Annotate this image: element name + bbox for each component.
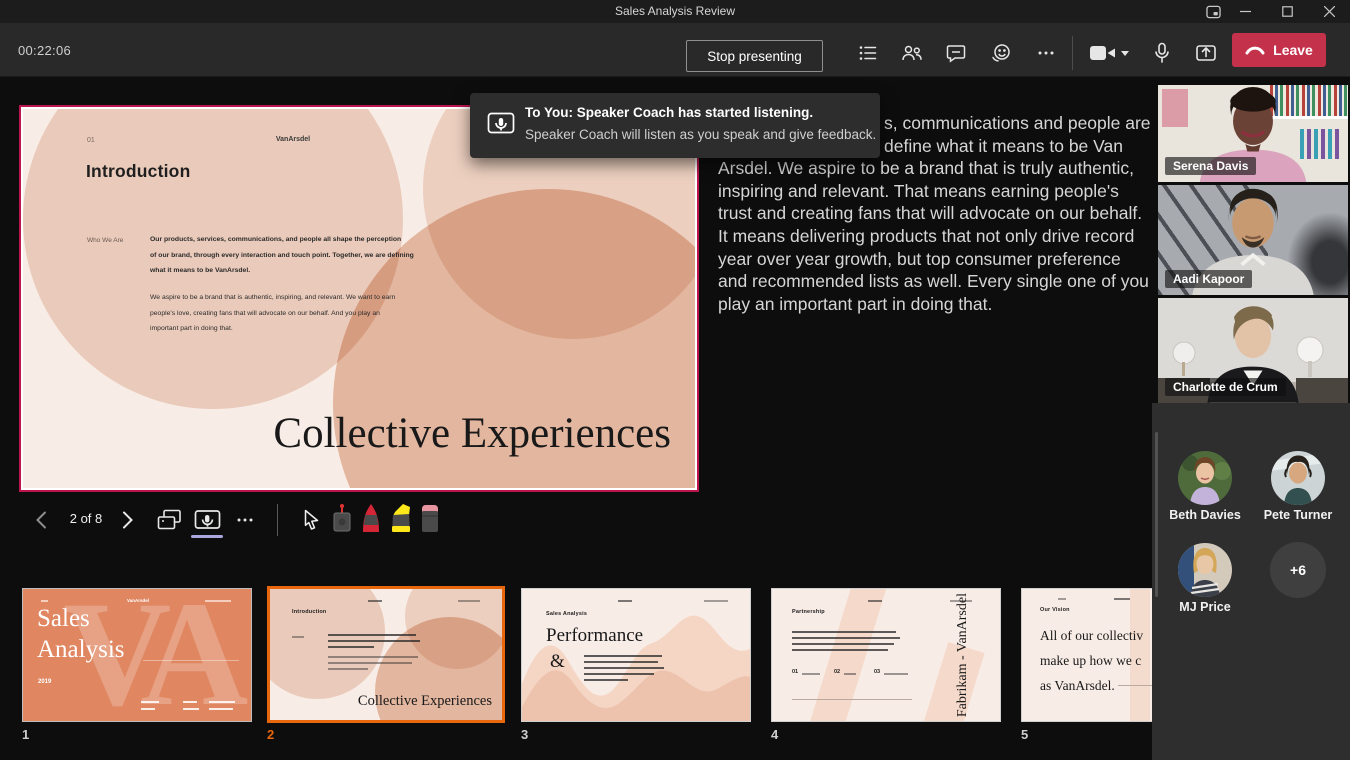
slide-brand-logo: VanArsdel <box>238 136 348 143</box>
notes-line: play an important part in doing that. <box>718 293 1142 316</box>
coach-active-indicator <box>191 535 223 538</box>
share-screen-icon[interactable] <box>1192 39 1220 67</box>
participant-name-label: Charlotte de Crum <box>1165 378 1286 396</box>
laser-pointer-tool-icon[interactable] <box>328 502 356 536</box>
camera-dropdown-caret[interactable] <box>1121 51 1129 56</box>
thumb4-vertical-text: Fabrikam - VanArsdel <box>922 589 1001 721</box>
notes-line: It means delivering products that not on… <box>718 225 1142 248</box>
thumbnail-2-number: 2 <box>267 727 274 742</box>
nav-more-icon[interactable] <box>232 508 258 532</box>
thumb4-heading: Partnership <box>792 609 825 615</box>
window-title: Sales Analysis Review <box>0 4 1350 18</box>
thumbnail-slide-1[interactable]: VA VanArsdel SalesAnalysis 2019 <box>22 588 252 722</box>
thumb1-rule <box>143 660 239 661</box>
participant-name-label: Serena Davis <box>1165 157 1256 175</box>
thumb4-rule <box>792 699 912 700</box>
thumb3-ampersand: & <box>550 651 565 673</box>
close-icon[interactable] <box>1312 0 1346 23</box>
slide-side-label: Who We Are <box>87 237 123 244</box>
toast-title: To You: Speaker Coach has started listen… <box>525 105 813 120</box>
slide-heading: Introduction <box>86 161 190 182</box>
speaker-coach-toggle-icon[interactable] <box>191 507 223 533</box>
thumb5-heading: Our Vision <box>1040 607 1070 613</box>
previous-slide-icon[interactable] <box>30 508 52 532</box>
participant-name-label: Aadi Kapoor <box>1165 270 1252 288</box>
thumbnail-4-number: 4 <box>771 727 778 742</box>
video-tile-aadi[interactable]: Aadi Kapoor <box>1158 185 1348 295</box>
maximize-button[interactable] <box>1270 0 1304 23</box>
phone-down-icon <box>1245 45 1265 55</box>
video-tile-serena[interactable]: Serena Davis <box>1158 85 1348 182</box>
slide-paragraph-2: We aspire to be a brand that is authenti… <box>150 290 395 337</box>
toast-subtitle: Speaker Coach will listen as you speak a… <box>525 127 876 142</box>
thumbnail-slide-4[interactable]: Partnership 01 02 03 Fabrikam - VanArsde… <box>771 588 1001 722</box>
thumb1-title: SalesAnalysis <box>37 603 125 665</box>
agenda-list-icon[interactable] <box>854 39 882 67</box>
microphone-icon[interactable] <box>1148 39 1176 67</box>
leave-button[interactable]: Leave <box>1232 33 1326 67</box>
thumbnail-slide-2-selected[interactable]: Introduction Collective Experiences <box>267 586 505 723</box>
notes-line: inspiring and relevant. That means earni… <box>718 180 1142 203</box>
presented-slide[interactable]: 01 VanArsdel Introduction Who We Are Our… <box>19 105 699 492</box>
thumb5-body: All of our collectiv make up how we c as… <box>1040 623 1158 698</box>
red-pen-tool-icon[interactable] <box>357 502 385 536</box>
minimize-button[interactable] <box>1228 0 1262 23</box>
video-tile-charlotte[interactable]: Charlotte de Crum <box>1158 298 1348 403</box>
reactions-icon[interactable] <box>987 39 1015 67</box>
thumbnail-1-number: 1 <box>22 727 29 742</box>
meeting-timer: 00:22:06 <box>18 43 71 58</box>
thumb4-step-1: 01 <box>792 669 798 675</box>
notes-line: year over year growth, but top consumer … <box>718 248 1142 271</box>
slide-position-label: 2 of 8 <box>58 511 114 526</box>
speaker-coach-toast[interactable]: To You: Speaker Coach has started listen… <box>470 93 880 158</box>
popout-icon[interactable] <box>1196 0 1230 23</box>
slide-paragraph-1: Our products, services, communications, … <box>150 232 414 279</box>
notes-line: trust and creating fans that will advoca… <box>718 202 1142 225</box>
annotation-separator <box>277 504 278 536</box>
avatar-pete-turner[interactable] <box>1271 451 1325 505</box>
thumbnail-slide-3[interactable]: Sales Analysis Performance & <box>521 588 751 722</box>
thumb2-heading: Introduction <box>292 609 326 615</box>
avatar-beth-davies[interactable] <box>1178 451 1232 505</box>
next-slide-icon[interactable] <box>116 508 138 532</box>
thumbnail-5-number: 5 <box>1021 727 1028 742</box>
thumb2-title: Collective Experiences <box>270 693 492 710</box>
people-icon[interactable] <box>898 39 926 67</box>
more-options-icon[interactable] <box>1032 39 1060 67</box>
thumb3-title: Performance <box>546 625 643 647</box>
overflow-participants-badge[interactable]: +6 <box>1270 542 1326 598</box>
toolbar-separator <box>1072 36 1073 70</box>
thumb4-step-3: 03 <box>874 669 880 675</box>
title-bar: Sales Analysis Review <box>0 0 1350 23</box>
chat-icon[interactable] <box>942 39 970 67</box>
avatar-mj-price[interactable] <box>1178 543 1232 597</box>
thumb3-heading: Sales Analysis <box>546 611 587 617</box>
thumbnail-3-number: 3 <box>521 727 528 742</box>
speaker-coach-icon <box>487 111 515 137</box>
slide-page-number: 01 <box>87 137 95 144</box>
leave-label: Leave <box>1273 42 1313 58</box>
stop-presenting-button[interactable]: Stop presenting <box>686 40 823 72</box>
slide-grid-icon[interactable] <box>155 507 183 533</box>
camera-icon[interactable] <box>1086 39 1120 67</box>
notes-line: Arsdel. We aspire to be a brand that is … <box>718 157 1142 180</box>
eraser-tool-icon[interactable] <box>416 502 444 536</box>
thumb4-step-2: 02 <box>834 669 840 675</box>
avatar-name: MJ Price <box>1150 600 1260 614</box>
highlighter-tool-icon[interactable] <box>386 502 416 536</box>
thumb1-year: 2019 <box>38 679 51 685</box>
slide-canvas: 01 VanArsdel Introduction Who We Are Our… <box>21 107 697 490</box>
teams-meeting-window: Sales Analysis Review 00:22:06 Stop pres… <box>0 0 1350 760</box>
pointer-tool-icon[interactable] <box>298 506 324 534</box>
avatar-name: Pete Turner <box>1243 508 1350 522</box>
notes-line: and recommended lists as well. Every sin… <box>718 270 1142 293</box>
slide-title: Collective Experiences <box>23 409 671 458</box>
meeting-toolbar: 00:22:06 Stop presenting <box>0 23 1350 77</box>
thumb1-brand: VanArsdel <box>120 598 156 603</box>
